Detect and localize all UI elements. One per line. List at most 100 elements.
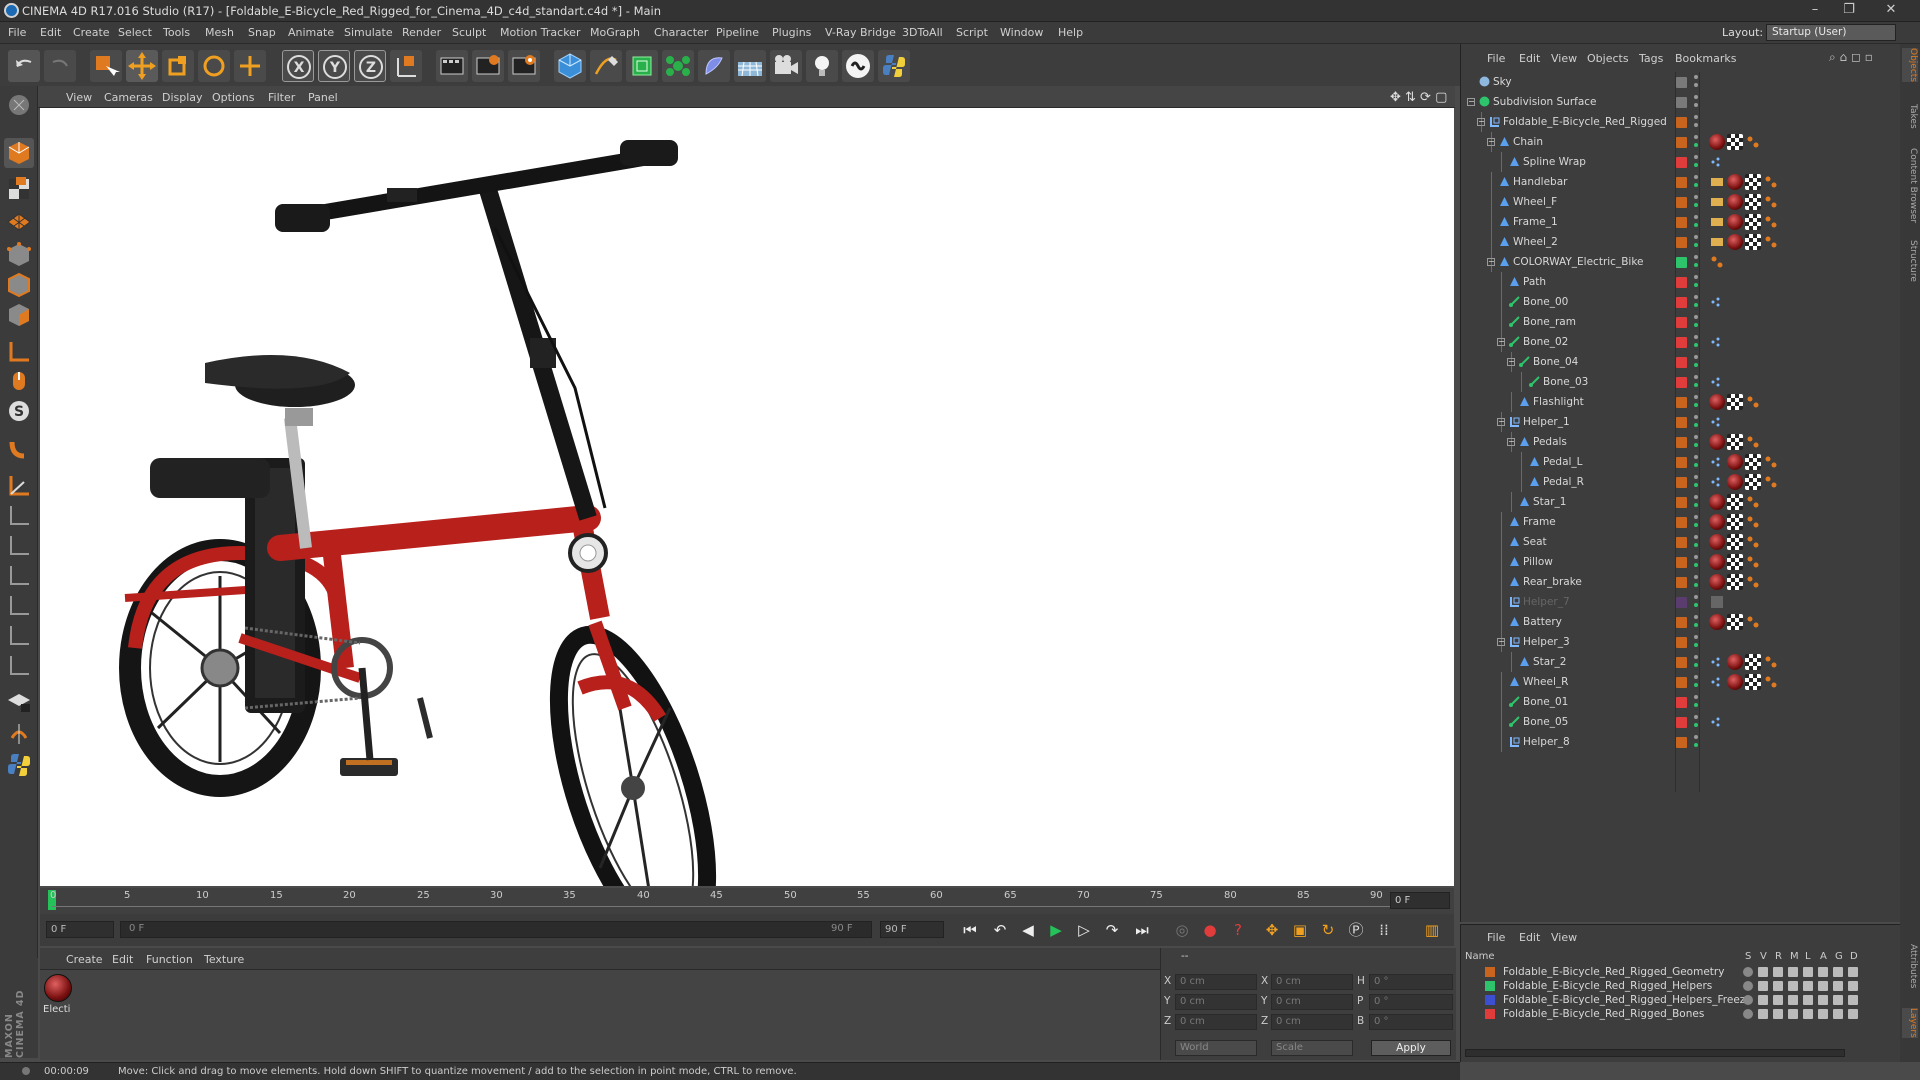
object-row[interactable]: Helper_8 — [1461, 732, 1901, 752]
editor-visibility-dot[interactable] — [1694, 315, 1698, 319]
key-rotation-icon[interactable]: ↻ — [1316, 919, 1340, 941]
camera-icon[interactable] — [770, 50, 802, 82]
render-visibility-dot[interactable] — [1694, 123, 1698, 127]
tab-takes[interactable]: Takes — [1902, 104, 1918, 129]
selection-tag-icon[interactable] — [1763, 174, 1779, 190]
layer-color-swatch[interactable] — [1485, 995, 1495, 1005]
constraint-tag-icon[interactable] — [1709, 654, 1725, 670]
layer-color-swatch[interactable] — [1676, 537, 1687, 548]
redo-icon[interactable] — [44, 50, 76, 82]
render-visibility-dot[interactable] — [1694, 383, 1698, 387]
texture-tag-icon[interactable] — [1727, 434, 1743, 450]
texture-tag-icon[interactable] — [1745, 474, 1761, 490]
render-visibility-dot[interactable] — [1694, 423, 1698, 427]
layer-color-swatch[interactable] — [1485, 967, 1495, 977]
protection-tag-icon[interactable] — [1709, 174, 1725, 190]
object-row[interactable]: Bone_00 — [1461, 292, 1901, 312]
render-visibility-dot[interactable] — [1694, 243, 1698, 247]
layer-color-swatch[interactable] — [1676, 377, 1687, 388]
selection-tag-icon[interactable] — [1763, 194, 1779, 210]
menu-tools[interactable]: Tools — [163, 26, 190, 39]
material-tag-icon[interactable] — [1709, 574, 1725, 590]
cube-primitive-icon[interactable] — [554, 50, 586, 82]
menu-snap[interactable]: Snap — [248, 26, 276, 39]
material-tag-icon[interactable] — [1727, 474, 1743, 490]
object-menu-objects[interactable]: Objects — [1587, 52, 1629, 65]
texture-tag-icon[interactable] — [1727, 514, 1743, 530]
selection-tag-icon[interactable] — [1763, 674, 1779, 690]
menu-character[interactable]: Character — [654, 26, 708, 39]
editor-visibility-dot[interactable] — [1694, 295, 1698, 299]
editor-visibility-dot[interactable] — [1694, 455, 1698, 459]
render-visibility-dot[interactable] — [1694, 623, 1698, 627]
viewport-navigation-icons[interactable]: ✥ ⇅ ⟳ ▢ — [1390, 90, 1447, 105]
render-visibility-dot[interactable] — [1694, 543, 1698, 547]
size-x-field[interactable]: 0 cm — [1271, 974, 1353, 990]
axis-mode-icon[interactable] — [4, 336, 34, 366]
layer-color-swatch[interactable] — [1676, 737, 1687, 748]
editor-visibility-dot[interactable] — [1694, 355, 1698, 359]
layer-color-swatch[interactable] — [1676, 677, 1687, 688]
deformer-icon[interactable] — [698, 50, 730, 82]
layer-toggle-icon[interactable] — [1773, 995, 1783, 1005]
timeline-window-icon[interactable]: ▥ — [1420, 919, 1444, 941]
editor-visibility-dot[interactable] — [1694, 335, 1698, 339]
subdivision-surface-icon[interactable] — [626, 50, 658, 82]
layer-toggle-icon[interactable] — [1803, 1009, 1813, 1019]
object-name[interactable]: COLORWAY_Electric_Bike — [1513, 256, 1644, 268]
coordinate-mode-select[interactable]: World — [1175, 1040, 1257, 1056]
layer-color-swatch[interactable] — [1676, 397, 1687, 408]
object-row[interactable]: Rear_brake — [1461, 572, 1901, 592]
layer-color-swatch[interactable] — [1676, 657, 1687, 668]
texture-tag-icon[interactable] — [1745, 674, 1761, 690]
selection-tag-icon[interactable] — [1709, 254, 1725, 270]
editor-visibility-dot[interactable] — [1694, 375, 1698, 379]
object-row[interactable]: Battery — [1461, 612, 1901, 632]
layer-horizontal-scrollbar[interactable] — [1465, 1049, 1845, 1057]
plane-auto-icon[interactable] — [4, 620, 34, 650]
position-y-field[interactable]: 0 cm — [1175, 994, 1257, 1010]
material-menu-create[interactable]: Create — [66, 953, 103, 966]
menu-script[interactable]: Script — [956, 26, 988, 39]
render-visibility-dot[interactable] — [1694, 563, 1698, 567]
layer-color-swatch[interactable] — [1676, 117, 1687, 128]
editor-visibility-dot[interactable] — [1694, 655, 1698, 659]
object-name[interactable]: Frame — [1523, 516, 1556, 528]
editor-visibility-dot[interactable] — [1694, 475, 1698, 479]
selection-tag-icon[interactable] — [1745, 394, 1761, 410]
selection-tag-icon[interactable] — [1745, 514, 1761, 530]
editor-visibility-dot[interactable] — [1694, 255, 1698, 259]
viewport-menu-panel[interactable]: Panel — [308, 91, 338, 104]
editor-visibility-dot[interactable] — [1694, 635, 1698, 639]
material-tag-icon[interactable] — [1709, 494, 1725, 510]
expand-toggle[interactable]: − — [1507, 358, 1515, 366]
render-visibility-dot[interactable] — [1694, 203, 1698, 207]
object-row[interactable]: Bone_05 — [1461, 712, 1901, 732]
menu-plugins[interactable]: Plugins — [772, 26, 811, 39]
layer-color-swatch[interactable] — [1485, 981, 1495, 991]
constraint-tag-icon[interactable] — [1709, 334, 1725, 350]
constraint-tag-icon[interactable] — [1709, 474, 1725, 490]
texture-mode-icon[interactable] — [4, 174, 34, 204]
expand-toggle[interactable]: − — [1497, 338, 1505, 346]
layer-name[interactable]: Foldable_E-Bicycle_Red_Rigged_Geometry — [1503, 966, 1724, 978]
live-selection-icon[interactable] — [90, 50, 122, 82]
editor-visibility-dot[interactable] — [1694, 715, 1698, 719]
layer-color-swatch[interactable] — [1676, 457, 1687, 468]
layer-toggle-icon[interactable] — [1848, 995, 1858, 1005]
expand-toggle[interactable]: − — [1467, 98, 1475, 106]
layer-color-swatch[interactable] — [1676, 477, 1687, 488]
editor-visibility-dot[interactable] — [1694, 415, 1698, 419]
layer-toggle-icon[interactable] — [1818, 995, 1828, 1005]
object-menu-file[interactable]: File — [1487, 52, 1505, 65]
layer-toggle-icon[interactable] — [1743, 967, 1753, 977]
object-name[interactable]: Wheel_R — [1523, 676, 1568, 688]
material-tag-icon[interactable] — [1727, 194, 1743, 210]
object-row[interactable]: − Helper_3 — [1461, 632, 1901, 652]
z-axis-lock[interactable]: Z — [354, 50, 386, 82]
editor-visibility-dot[interactable] — [1694, 395, 1698, 399]
menu-mograph[interactable]: MoGraph — [590, 26, 640, 39]
object-row[interactable]: Spline Wrap — [1461, 152, 1901, 172]
layer-color-swatch[interactable] — [1676, 217, 1687, 228]
make-editable-icon[interactable] — [4, 90, 34, 120]
